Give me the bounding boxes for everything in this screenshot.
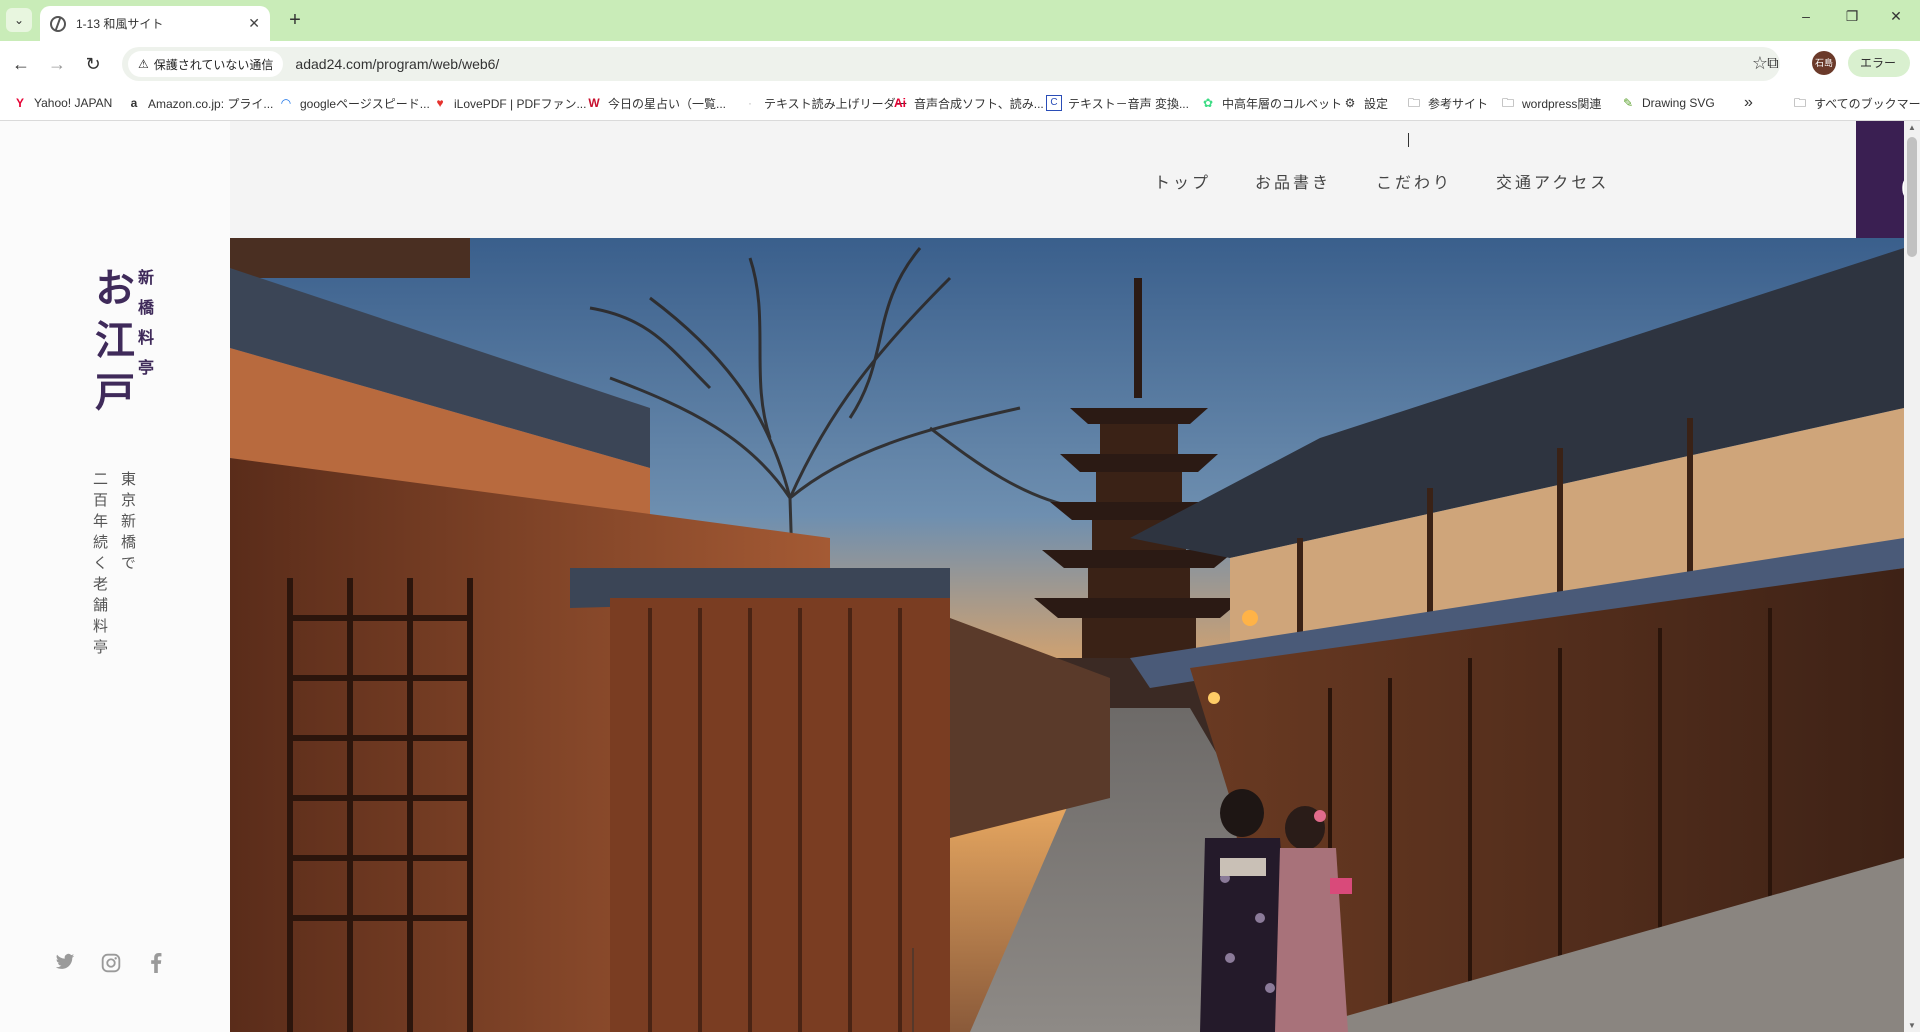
bookmark-item[interactable]: ♥ iLovePDF | PDFファン... bbox=[432, 86, 586, 120]
bookmarks-bar: Y Yahoo! JAPAN a Amazon.co.jp: プライ... ◠ goo… bbox=[0, 86, 1920, 121]
nav-access[interactable]: 交通アクセス bbox=[1496, 169, 1609, 193]
c-icon: C bbox=[1046, 95, 1062, 111]
browser-toolbar: ← → ↻ ⚠ 保護されていない通信 adad24.com/program/we… bbox=[0, 41, 1920, 86]
bookmark-label: Amazon.co.jp: プライ... bbox=[148, 96, 274, 111]
bookmark-label: wordpress関連 bbox=[1522, 96, 1602, 111]
warning-icon: ⚠ bbox=[138, 57, 149, 71]
nav-kodawari[interactable]: こだわり bbox=[1376, 169, 1452, 193]
bookmark-item[interactable]: Y Yahoo! JAPAN bbox=[12, 86, 112, 120]
chevron-down-icon: ⌄ bbox=[13, 13, 25, 27]
back-icon[interactable]: ← bbox=[8, 51, 34, 77]
scroll-down-icon[interactable]: ▼ bbox=[1908, 1021, 1916, 1030]
url-text[interactable]: adad24.com/program/web/web6/ bbox=[295, 56, 499, 72]
site-header: トップ お品書き こだわり 交通アクセス ご予約・お問い合わせ 03-1234-… bbox=[230, 121, 1920, 238]
android-icon: ✿ bbox=[1202, 96, 1214, 110]
bookmark-item[interactable]: C テキスト－音声 変換... bbox=[1046, 86, 1189, 120]
sidebar: お江戸 新橋料亭 東京新橋で 二百年続く老舗料亭 bbox=[0, 121, 230, 1032]
page-scrollbar[interactable]: ▲ ▼ bbox=[1904, 121, 1920, 1032]
active-tab[interactable]: 1-13 和風サイト ✕ bbox=[40, 6, 270, 41]
bookmark-folder[interactable]: 🗀 wordpress関連 bbox=[1500, 86, 1601, 120]
bookmark-label: 音声合成ソフト、読み... bbox=[914, 96, 1044, 111]
bookmark-item[interactable]: a Amazon.co.jp: プライ... bbox=[126, 86, 274, 120]
tagline-line-2: 二百年続く老舗料亭 bbox=[91, 471, 109, 660]
bookmark-label: Yahoo! JAPAN bbox=[34, 96, 113, 110]
scrollbar-thumb[interactable] bbox=[1907, 137, 1917, 257]
extensions-icon[interactable]: ⧉ bbox=[1760, 51, 1786, 77]
hero-image bbox=[230, 238, 1904, 1032]
scroll-up-icon[interactable]: ▲ bbox=[1908, 123, 1916, 132]
nav-top[interactable]: トップ bbox=[1154, 169, 1211, 193]
pagespeed-icon: ◠ bbox=[280, 96, 292, 110]
bookmark-label: Drawing SVG bbox=[1642, 96, 1715, 110]
bookmark-label: テキスト－音声 変換... bbox=[1068, 96, 1189, 111]
facebook-icon[interactable] bbox=[144, 953, 168, 977]
nav-menu[interactable]: お品書き bbox=[1255, 169, 1331, 193]
bookmark-label: 今日の星占い（一覧... bbox=[608, 96, 727, 111]
folder-icon: 🗀 bbox=[1407, 96, 1420, 110]
svg-icon: ✎ bbox=[1622, 96, 1634, 110]
yahoo-icon: Y bbox=[15, 96, 24, 110]
bookmark-item[interactable]: Ai 音声合成ソフト、読み... bbox=[892, 86, 1044, 120]
tab-strip: ⌄ 1-13 和風サイト ✕ + – ❐ ✕ bbox=[0, 0, 1920, 41]
bookmark-label: 設定 bbox=[1364, 96, 1389, 111]
folder-icon: 🗀 bbox=[1501, 96, 1514, 110]
text-cursor bbox=[1408, 133, 1409, 147]
page-viewport: お江戸 新橋料亭 東京新橋で 二百年続く老舗料亭 トップ お品書き こだわり 交… bbox=[0, 121, 1920, 1032]
bookmark-item[interactable]: · テキスト読み上げリーダー bbox=[742, 86, 908, 120]
instagram-icon[interactable] bbox=[99, 953, 123, 977]
amazon-icon: a bbox=[130, 96, 138, 110]
address-bar[interactable]: ⚠ 保護されていない通信 adad24.com/program/web/web6… bbox=[122, 47, 1780, 81]
profile-chip-label: エラー bbox=[1860, 56, 1897, 70]
close-window-icon[interactable]: ✕ bbox=[1876, 8, 1916, 25]
tagline: 東京新橋で 二百年続く老舗料亭 bbox=[86, 471, 142, 660]
more-bookmarks-icon[interactable]: » bbox=[1744, 86, 1753, 120]
reload-icon[interactable]: ↻ bbox=[80, 51, 106, 77]
bookmark-label: googleページスピード... bbox=[300, 96, 430, 111]
profile-avatar[interactable]: 石島 bbox=[1812, 51, 1836, 75]
bookmark-label: すべてのブックマーク bbox=[1814, 96, 1920, 111]
minimize-icon[interactable]: – bbox=[1786, 8, 1826, 24]
forward-icon[interactable]: → bbox=[44, 51, 70, 77]
bookmark-label: 中高年層のコルベット bbox=[1222, 96, 1343, 111]
ai-icon: Ai bbox=[894, 96, 906, 110]
close-tab-icon[interactable]: ✕ bbox=[248, 15, 260, 32]
security-label: 保護されていない通信 bbox=[153, 57, 274, 72]
bookmark-folder[interactable]: 🗀 参考サイト bbox=[1406, 86, 1488, 120]
profile-error-chip[interactable]: エラー ⋮ bbox=[1848, 49, 1910, 98]
tagline-line-1: 東京新橋で bbox=[119, 471, 137, 576]
new-tab-button[interactable]: + bbox=[282, 8, 308, 34]
gear-icon: ⚙ bbox=[1344, 96, 1356, 110]
bookmark-label: テキスト読み上げリーダー bbox=[764, 96, 908, 111]
logo-subtitle: 新橋料亭 bbox=[135, 269, 154, 389]
tts-icon: · bbox=[748, 96, 752, 110]
bookmark-item[interactable]: ⚙ 設定 bbox=[1342, 86, 1388, 120]
bookmark-item[interactable]: ◠ googleページスピード... bbox=[278, 86, 430, 120]
ilovepdf-icon: ♥ bbox=[436, 96, 444, 110]
bookmark-label: iLovePDF | PDFファン... bbox=[454, 96, 587, 111]
tab-title: 1-13 和風サイト bbox=[76, 17, 164, 31]
horoscope-icon: W bbox=[588, 96, 600, 110]
bookmark-item[interactable]: ✿ 中高年層のコルベット bbox=[1200, 86, 1342, 120]
twitter-icon[interactable] bbox=[53, 953, 77, 977]
bookmark-label: 参考サイト bbox=[1428, 96, 1489, 111]
hero-illustration bbox=[230, 238, 1904, 1032]
bookmark-item[interactable]: W 今日の星占い（一覧... bbox=[586, 86, 726, 120]
folder-icon: 🗀 bbox=[1793, 96, 1806, 110]
restore-icon[interactable]: ❐ bbox=[1832, 8, 1872, 25]
bookmark-item[interactable]: ✎ Drawing SVG bbox=[1620, 86, 1715, 120]
tab-search-button[interactable]: ⌄ bbox=[6, 8, 32, 32]
globe-icon bbox=[50, 15, 66, 32]
security-chip[interactable]: ⚠ 保護されていない通信 bbox=[128, 51, 284, 77]
all-bookmarks-folder[interactable]: 🗀 すべてのブックマーク bbox=[1792, 86, 1920, 120]
